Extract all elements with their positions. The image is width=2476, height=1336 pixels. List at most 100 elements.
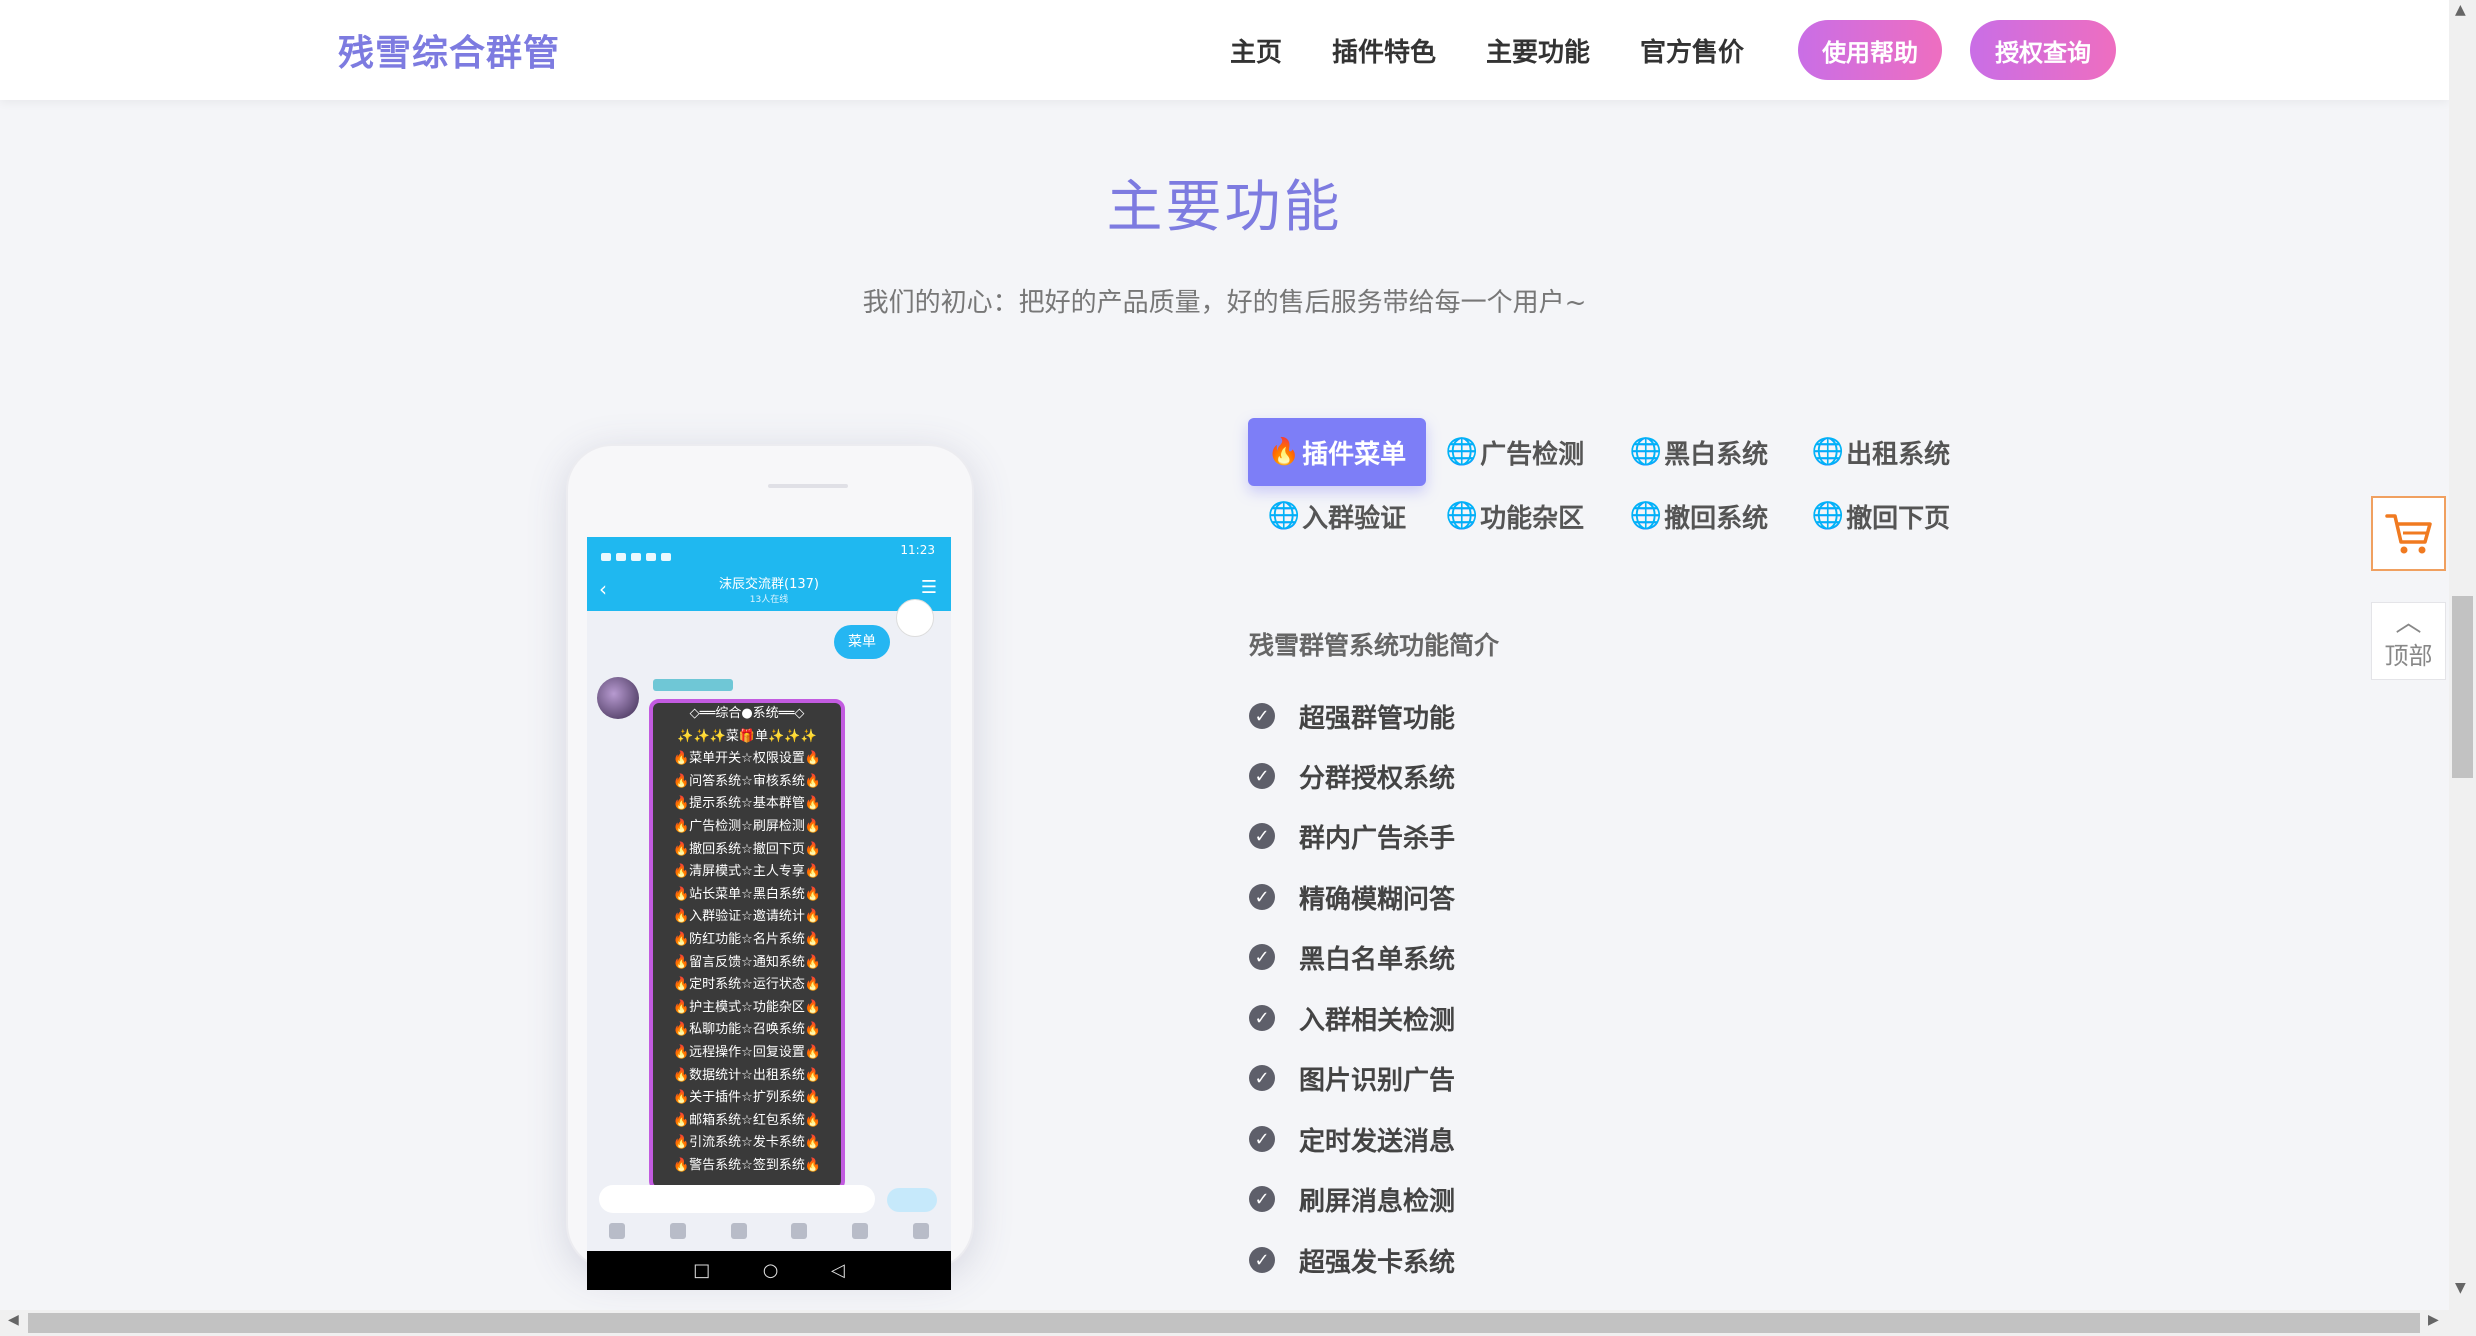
globe-icon: 🌐 [1811, 501, 1845, 531]
phone-nav-bar: □ ○ ◁ [587, 1251, 951, 1290]
chevron-up-icon: ︿ [2395, 607, 2422, 638]
menu-line: 🔥防红功能☆名片系统🔥 [672, 931, 822, 947]
menu-line: ✨✨✨菜🎁单✨✨✨ [677, 728, 817, 744]
status-icons [601, 546, 721, 561]
menu-line: 🔥远程操作☆回复设置🔥 [672, 1044, 822, 1060]
menu-line: 🔥警告系统☆签到系统🔥 [672, 1157, 822, 1173]
menu-icon: ☰ [920, 577, 937, 598]
circle-icon: ○ [762, 1260, 779, 1281]
globe-icon: 🌐 [1629, 501, 1663, 531]
chat-header: ‹ 沫辰交流群(137) 13人在线 ☰ [587, 567, 951, 611]
send-button [887, 1188, 937, 1212]
feature-item: ✓ 超强群管功能 [1249, 696, 1455, 736]
check-icon: ✓ [1249, 1065, 1275, 1091]
vertical-scroll-thumb[interactable] [2452, 596, 2473, 778]
check-icon: ✓ [1249, 1005, 1275, 1031]
phone-status-bar: 11:23 [587, 537, 951, 567]
section-title: 主要功能 [1106, 175, 1343, 240]
intro-title: 残雪群管系统功能简介 [1249, 631, 1500, 660]
feature-item: ✓ 定时发送消息 [1249, 1119, 1455, 1159]
menu-line: 🔥撤回系统☆撤回下页🔥 [672, 841, 822, 857]
menu-line: 🔥入群验证☆邀请统计🔥 [672, 909, 822, 925]
cart-icon [2384, 513, 2432, 553]
tab-misc[interactable]: 🌐 功能杂区 [1426, 482, 1604, 550]
menu-line: 🔥关于插件☆扩列系统🔥 [672, 1090, 822, 1106]
tab-blackwhite[interactable]: 🌐 黑白系统 [1610, 418, 1788, 486]
chat-bubble: 菜单 [834, 625, 890, 659]
fire-icon: 🔥 [1267, 437, 1301, 467]
scroll-right-arrow-icon[interactable]: ▶ [2428, 1312, 2439, 1328]
menu-line: 🔥清屏模式☆主人专享🔥 [672, 864, 822, 880]
back-to-top-label: 顶部 [2384, 641, 2433, 670]
feature-item: ✓ 群内广告杀手 [1249, 816, 1455, 856]
menu-line: 🔥问答系统☆审核系统🔥 [672, 773, 822, 789]
back-to-top-button[interactable]: ︿ 顶部 [2371, 602, 2446, 680]
nav-home[interactable]: 主页 [1230, 32, 1282, 69]
check-icon: ✓ [1249, 823, 1275, 849]
menu-line: 🔥提示系统☆基本群管🔥 [672, 796, 822, 812]
menu-line: 🔥菜单开关☆权限设置🔥 [672, 751, 822, 767]
auth-query-button[interactable]: 授权查询 [1970, 20, 2117, 80]
menu-line: 🔥数据统计☆出租系统🔥 [672, 1067, 822, 1083]
check-icon: ✓ [1249, 1126, 1275, 1152]
phone-screen: 11:23 ‹ 沫辰交流群(137) 13人在线 ☰ 菜单 ◇══综合●系统══… [587, 537, 951, 1290]
tab-plugin-menu[interactable]: 🔥 插件菜单 [1248, 418, 1426, 486]
phone-speaker [768, 484, 848, 488]
menu-line: 🔥留言反馈☆通知系统🔥 [672, 954, 822, 970]
nav-main-functions[interactable]: 主要功能 [1486, 32, 1590, 69]
scroll-left-arrow-icon[interactable]: ◀ [8, 1312, 19, 1328]
horizontal-scroll-thumb[interactable] [28, 1313, 2420, 1333]
bot-avatar-icon [896, 599, 934, 637]
feature-item: ✓ 分群授权系统 [1249, 756, 1455, 796]
menu-lines: ◇══综合●系统══◇ ✨✨✨菜🎁单✨✨✨ 🔥菜单开关☆权限设置🔥 🔥问答系统☆审核系… [653, 703, 841, 1177]
status-time: 11:23 [900, 543, 935, 557]
feature-item: ✓ 刷屏消息检测 [1249, 1179, 1455, 1219]
scrollbar-corner [2449, 1310, 2476, 1336]
top-header: 残雪综合群管 主页 插件特色 主要功能 官方售价 使用帮助 授权查询 [0, 0, 2449, 100]
tab-join-verify[interactable]: 🌐 入群验证 [1248, 482, 1426, 550]
tab-recall[interactable]: 🌐 撤回系统 [1610, 482, 1788, 550]
help-button[interactable]: 使用帮助 [1798, 20, 1943, 80]
tab-recall-next[interactable]: 🌐 撤回下页 [1792, 482, 1970, 550]
feature-item: ✓ 超强发卡系统 [1249, 1240, 1455, 1280]
triangle-back-icon: ◁ [830, 1260, 845, 1281]
globe-icon: 🌐 [1629, 437, 1663, 467]
menu-line: 🔥私聊功能☆召唤系统🔥 [672, 1022, 822, 1038]
menu-line: 🔥站长菜单☆黑白系统🔥 [672, 886, 822, 902]
nav-pricing[interactable]: 官方售价 [1640, 32, 1744, 69]
square-icon: □ [693, 1260, 711, 1281]
scroll-up-arrow-icon[interactable]: ▲ [2455, 2, 2466, 18]
check-icon: ✓ [1249, 1186, 1275, 1212]
menu-line: 🔥引流系统☆发卡系统🔥 [672, 1135, 822, 1151]
menu-message-card: ◇══综合●系统══◇ ✨✨✨菜🎁单✨✨✨ 🔥菜单开关☆权限设置🔥 🔥问答系统☆审核系… [649, 699, 845, 1191]
check-icon: ✓ [1249, 944, 1275, 970]
section-subtitle: 我们的初心：把好的产品质量，好的售后服务带给每一个用户~ [862, 288, 1587, 318]
brand-logo[interactable]: 残雪综合群管 [338, 24, 560, 76]
check-icon: ✓ [1249, 884, 1275, 910]
menu-line: 🔥邮箱系统☆红包系统🔥 [672, 1112, 822, 1128]
feature-item: ✓ 黑白名单系统 [1249, 937, 1455, 977]
feature-item: ✓ 入群相关检测 [1249, 998, 1455, 1038]
chat-title: 沫辰交流群(137) [719, 577, 819, 592]
main-nav: 主页 插件特色 主要功能 官方售价 使用帮助 授权查询 [1230, 20, 2117, 80]
menu-line: 🔥广告检测☆刷屏检测🔥 [672, 818, 822, 834]
globe-icon: 🌐 [1267, 501, 1301, 531]
check-icon: ✓ [1249, 763, 1275, 789]
nav-plugin-features[interactable]: 插件特色 [1332, 32, 1436, 69]
menu-line: 🔥定时系统☆运行状态🔥 [672, 977, 822, 993]
check-icon: ✓ [1249, 1247, 1275, 1273]
cart-button[interactable] [2371, 496, 2446, 571]
globe-icon: 🌐 [1445, 437, 1479, 467]
globe-icon: 🌐 [1811, 437, 1845, 467]
page: 残雪综合群管 主页 插件特色 主要功能 官方售价 使用帮助 授权查询 主要功能 … [0, 0, 2476, 1336]
feature-item: ✓ 图片识别广告 [1249, 1058, 1455, 1098]
user-avatar [597, 677, 639, 719]
tab-rental[interactable]: 🌐 出租系统 [1792, 418, 1970, 486]
check-icon: ✓ [1249, 703, 1275, 729]
menu-line: ◇══综合●系统══◇ [689, 706, 805, 721]
user-tag [653, 679, 733, 691]
tab-ad-detection[interactable]: 🌐 广告检测 [1426, 418, 1604, 486]
globe-icon: 🌐 [1445, 501, 1479, 531]
feature-item: ✓ 精确模糊问答 [1249, 877, 1455, 917]
scroll-down-arrow-icon[interactable]: ▼ [2455, 1280, 2466, 1296]
